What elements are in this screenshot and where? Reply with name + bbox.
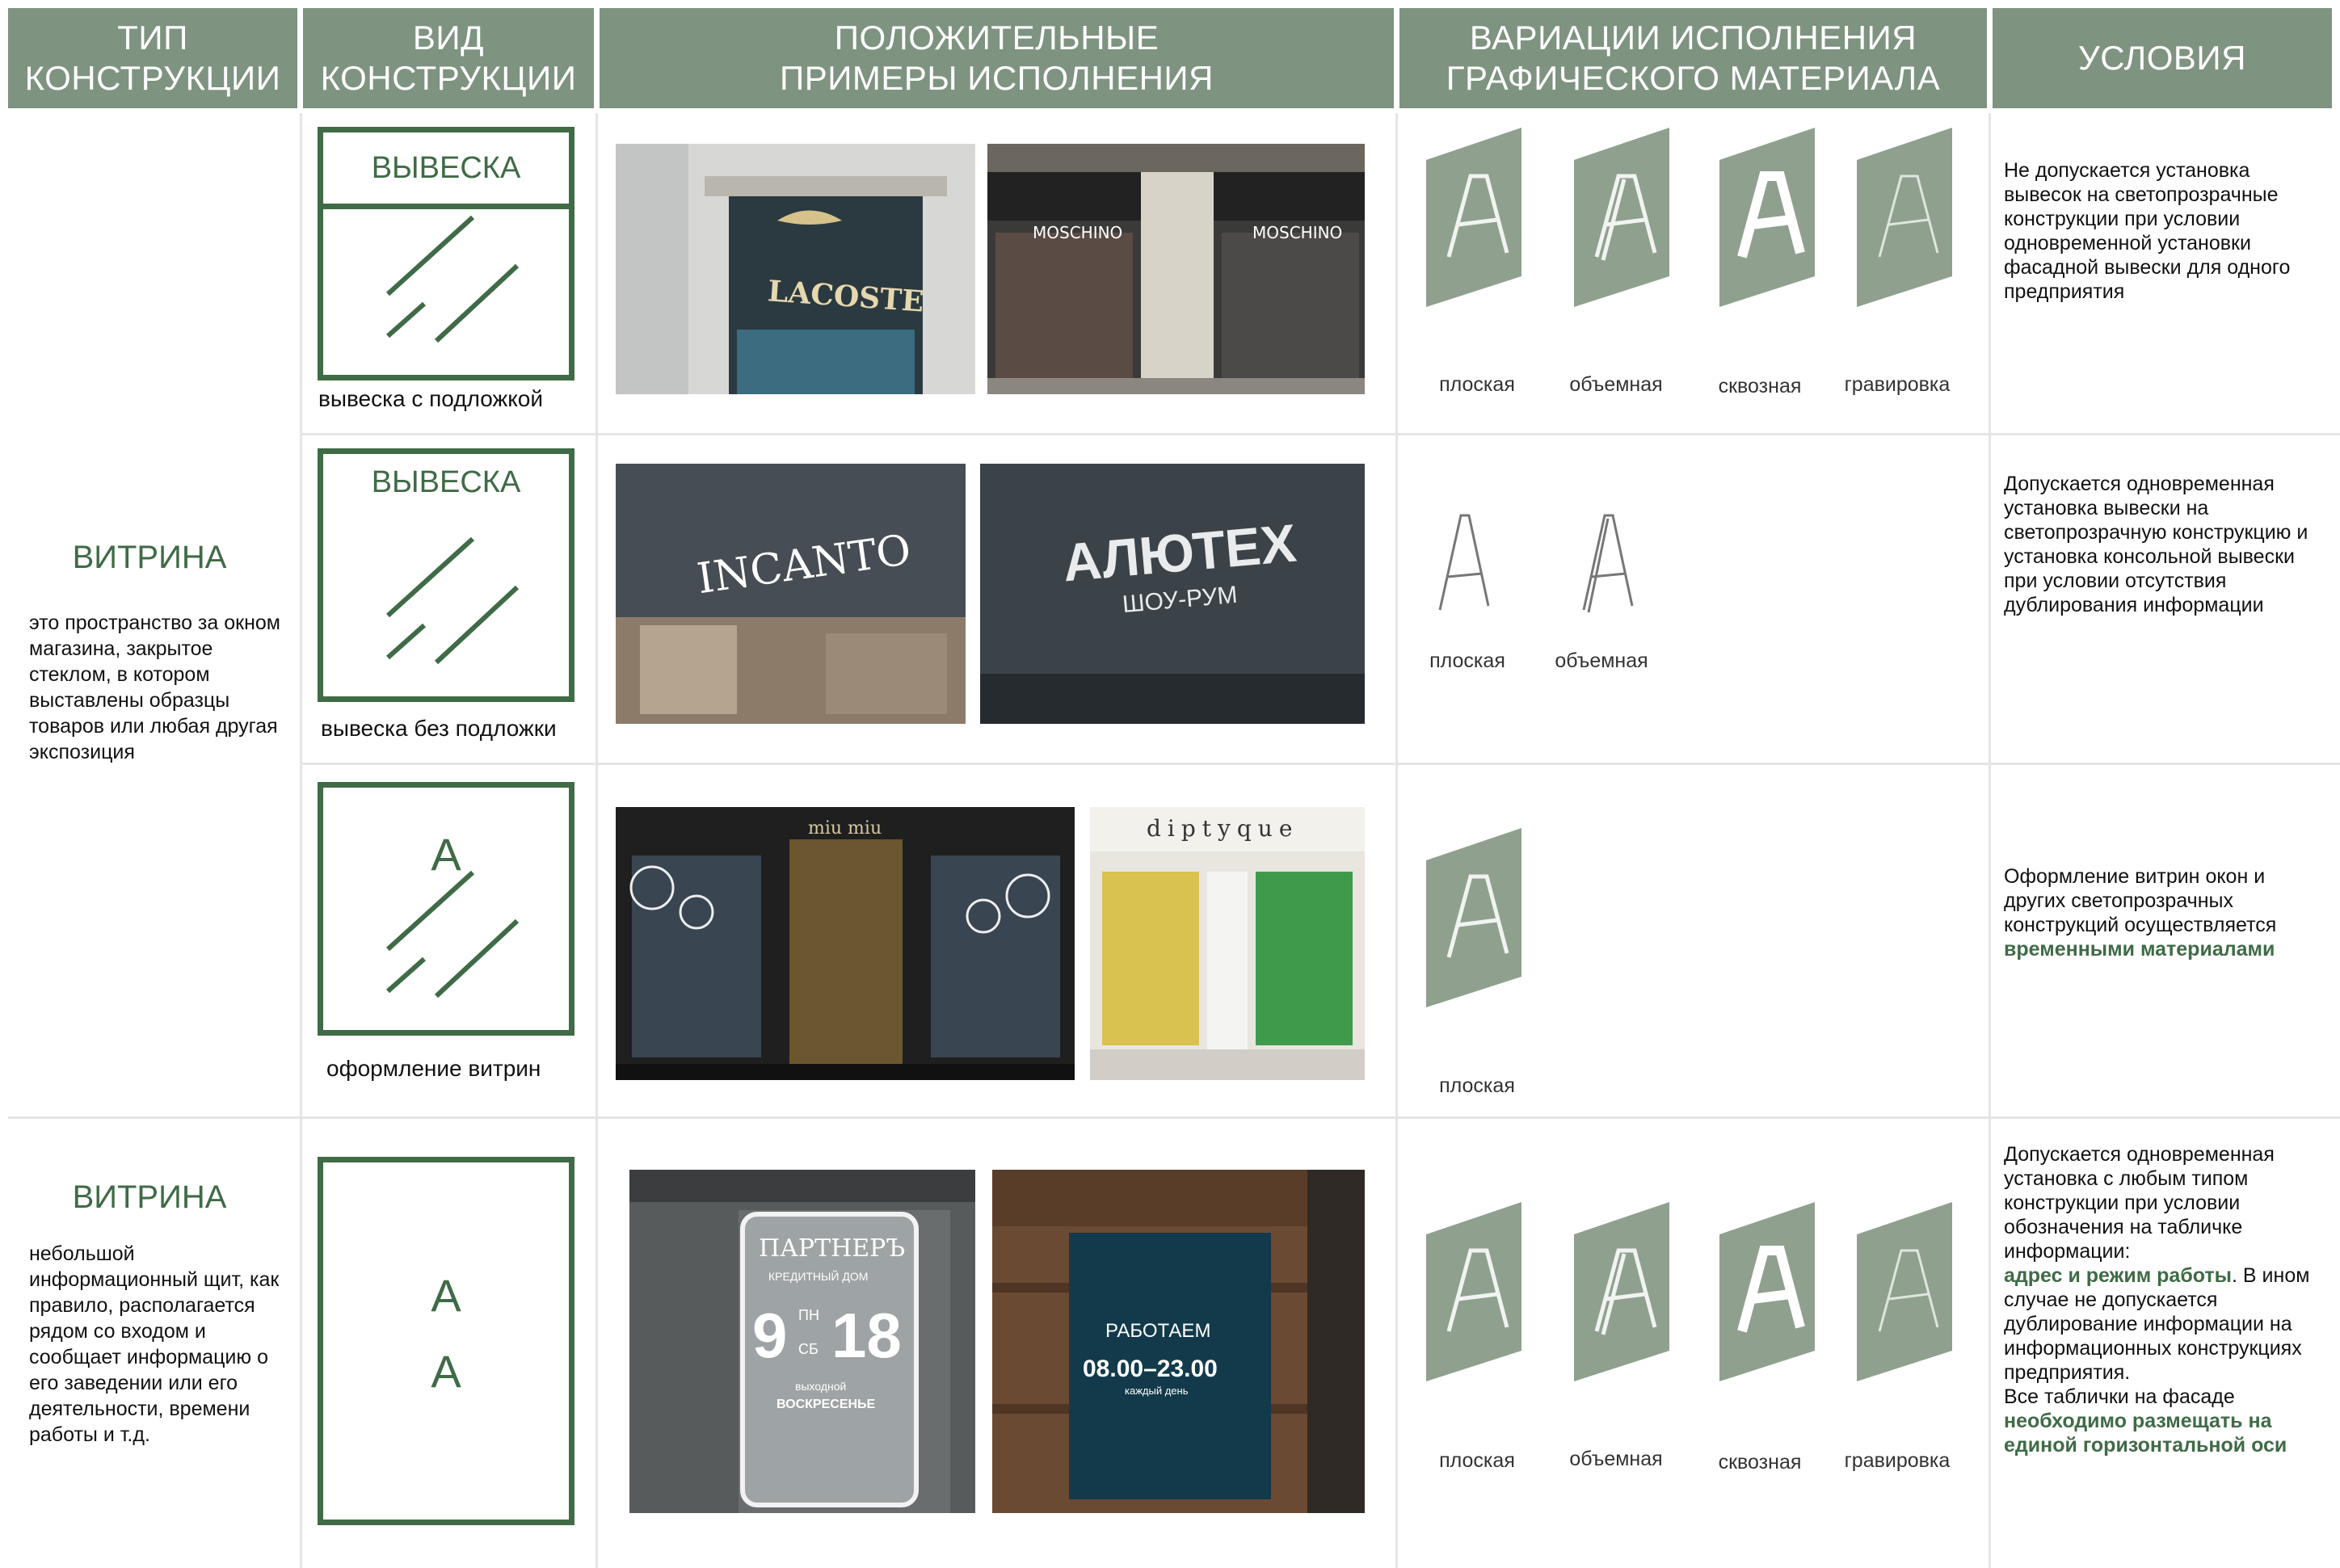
partner-hours-open: 9 <box>752 1300 788 1371</box>
type-name-1: ВИТРИНА <box>72 540 227 575</box>
photo-incanto-storefront: INCANTO <box>616 464 966 724</box>
window-decoration-diagram: А <box>318 782 574 1036</box>
photo-partner-door-plate: ПАРТНЕРЪ КРЕДИТНЫЙ ДОМ 9 ПН СБ 18 выходн… <box>629 1170 975 1513</box>
variant-label: объемная <box>1569 1448 1663 1470</box>
condition-highlight: необходимо размещать на единой горизонта… <box>2004 1410 2287 1457</box>
photo-moschino-storefront: MOSCHINO MOSCHINO <box>987 144 1365 394</box>
variant-through-panel-4 <box>1719 1202 1815 1381</box>
variant-label: плоская <box>1439 1074 1515 1097</box>
condition-text: Все таблички на фасаде <box>2004 1385 2235 1408</box>
header-type: ТИП КОНСТРУКЦИИ <box>8 8 297 108</box>
moschino-sign-right: MOSCHINO <box>1252 223 1343 242</box>
variant-engraving-panel-4 <box>1857 1202 1952 1381</box>
photo-alutech-showroom: АЛЮТЕХ ШОУ-РУМ <box>980 464 1365 724</box>
grid-hline-2 <box>300 763 2340 765</box>
variant-label: плоская <box>1439 1449 1515 1472</box>
moschino-sign-left: MOSCHINO <box>1033 223 1123 242</box>
variant-flat-panel-1 <box>1426 128 1521 307</box>
hours-plate-title: РАБОТАЕМ <box>1105 1320 1211 1342</box>
type-description-2: небольшой информационный щит, как правил… <box>29 1242 280 1446</box>
variant-volume-panel-4 <box>1574 1202 1669 1381</box>
variant-volume-panel-1 <box>1574 128 1669 307</box>
hours-plate-time: 08.00–23.00 <box>1083 1356 1218 1382</box>
variant-label: сквозная <box>1718 1451 1802 1473</box>
condition-row-4: Допускается одновременная установка с лю… <box>2004 1142 2327 1457</box>
partner-subtitle: КРЕДИТНЫЙ ДОМ <box>768 1270 869 1283</box>
kind-caption-3: оформление витрин <box>326 1056 541 1081</box>
partner-brand: ПАРТНЕРЪ <box>759 1234 906 1263</box>
diagram-letter-2: А <box>431 1346 461 1397</box>
variant-label: плоская <box>1429 649 1505 672</box>
diptyque-sign: diptyque <box>1147 815 1299 842</box>
kind-caption-2: вывеска без подложки <box>321 716 557 741</box>
miumiu-sign: miu miu <box>808 818 882 839</box>
kind-caption-1: вывеска с подложкой <box>318 386 544 411</box>
glass-stripes-icon <box>385 536 520 665</box>
grid-vline-3 <box>1395 113 1398 1568</box>
header-examples: ПОЛОЖИТЕЛЬНЫЕ ПРИМЕРЫ ИСПОЛНЕНИЯ <box>600 8 1394 108</box>
photo-diptyque-window: diptyque <box>1090 807 1365 1080</box>
variant-engraving-panel-1 <box>1857 128 1952 307</box>
variant-flat-letter-2 <box>1438 514 1490 611</box>
grid-hline-1 <box>300 433 2340 435</box>
partner-day1: ПН <box>798 1307 819 1323</box>
photo-lacoste-storefront: LACOSTE <box>616 144 975 394</box>
condition-row-2: Допускается одновременная установка выве… <box>2004 473 2308 616</box>
hours-plate-sub: каждый день <box>1125 1385 1189 1397</box>
condition-text: Оформление витрин окон и других светопро… <box>2004 865 2277 936</box>
condition-highlight: временными материалами <box>2004 938 2275 961</box>
condition-row-1: Не допускается установка вывесок на свет… <box>2004 159 2291 303</box>
glass-stripes-icon <box>385 215 520 343</box>
variant-volume-letter-2 <box>1582 514 1634 613</box>
condition-text: Допускается одновременная установка с лю… <box>2004 1143 2275 1263</box>
header-conditions: УСЛОВИЯ <box>1993 8 2332 108</box>
variant-label: сквозная <box>1718 375 1802 397</box>
glass-stripes-icon <box>385 870 520 998</box>
grid-hline-3 <box>8 1116 2340 1119</box>
sign-with-backing-diagram: ВЫВЕСКА <box>318 127 574 380</box>
header-variants: ВАРИАЦИИ ИСПОЛНЕНИЯ ГРАФИЧЕСКОГО МАТЕРИА… <box>1399 8 1987 108</box>
photo-miumiu-window: miu miu <box>616 807 1075 1080</box>
type-name-2: ВИТРИНА <box>72 1179 227 1215</box>
grid-vline-2 <box>596 113 598 1568</box>
type-description-1: это пространство за окном магазина, закр… <box>29 612 280 763</box>
variant-flat-panel-4 <box>1426 1202 1521 1381</box>
variant-label: гравировка <box>1844 373 1951 396</box>
info-plate-diagram: А А <box>318 1157 574 1525</box>
photo-hours-plate-wooden-wall: РАБОТАЕМ 08.00–23.00 каждый день <box>992 1170 1365 1513</box>
partner-dayoff-label: выходной <box>795 1380 847 1393</box>
variant-label: гравировка <box>1844 1449 1951 1472</box>
diagram-letter-1: А <box>431 1270 461 1321</box>
variant-label: объемная <box>1569 373 1663 396</box>
partner-hours-close: 18 <box>831 1300 902 1371</box>
grid-vline-1 <box>300 113 302 1568</box>
variant-label: объемная <box>1555 649 1648 672</box>
grid-vline-4 <box>1989 113 1991 1568</box>
sign-without-backing-diagram: ВЫВЕСКА <box>318 448 574 702</box>
partner-dayoff: ВОСКРЕСЕНЬЕ <box>776 1398 876 1411</box>
variant-through-panel-1 <box>1719 128 1815 307</box>
condition-row-3: Оформление витрин окон и других светопро… <box>2004 864 2327 961</box>
variant-label: плоская <box>1439 373 1515 396</box>
condition-highlight: адрес и режим работы <box>2004 1264 2233 1287</box>
variant-flat-panel-3 <box>1426 828 1521 1007</box>
partner-day2: СБ <box>798 1341 819 1357</box>
header-kind: ВИД КОНСТРУКЦИИ <box>303 8 594 108</box>
